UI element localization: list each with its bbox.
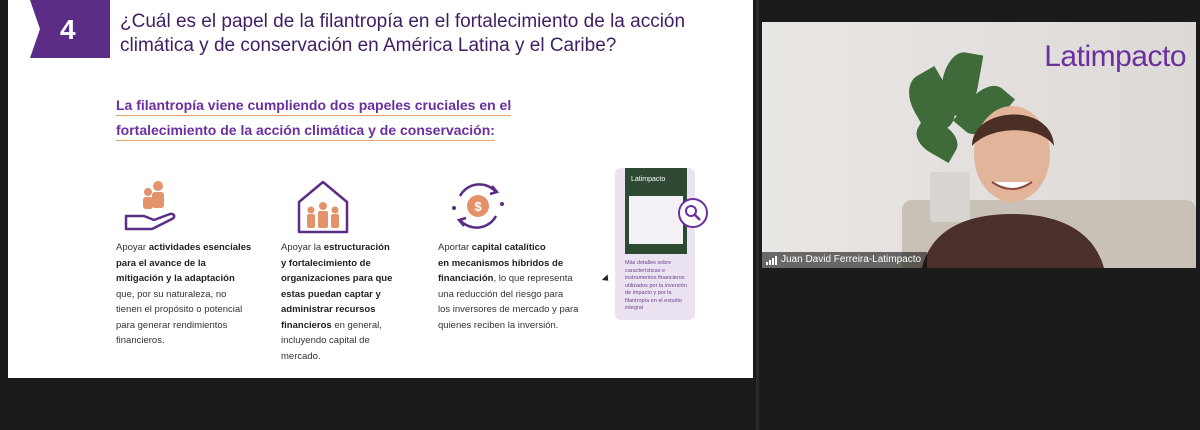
slide-subtitle-line-2: fortalecimiento de la acción climática y…: [116, 122, 495, 141]
house-people-icon: [297, 180, 349, 234]
search-icon[interactable]: [678, 198, 708, 228]
svg-text:$: $: [474, 199, 482, 214]
section-number: 4: [60, 14, 76, 45]
role-1-line: financieros.: [116, 335, 165, 346]
signal-icon: [766, 255, 777, 265]
panel-divider[interactable]: [756, 0, 759, 430]
report-description: Más detalles sobre características e ins…: [625, 260, 687, 311]
money-cycle-icon: $: [452, 183, 504, 229]
participant-name-label: Juan David Ferreira-Latimpacto: [762, 252, 928, 268]
shared-slide: 4 ¿Cuál es el papel de la filantropía en…: [8, 0, 753, 378]
role-1-line: que, por su naturaleza, no: [116, 288, 227, 300]
participant-name: Juan David Ferreira-Latimpacto: [781, 254, 922, 265]
section-number-tab: 4: [30, 0, 110, 58]
video-tile[interactable]: Latimpacto Juan David Ferreira-Latimpact…: [762, 22, 1196, 268]
role-3-line: una reducción del riesgo para: [438, 288, 564, 300]
hand-people-icon: [124, 181, 176, 231]
role-1-line: mitigación y la adaptación: [116, 273, 235, 284]
role-3-line: financiación, lo que representa: [438, 273, 573, 284]
brand-logo: Latimpacto: [1044, 40, 1186, 73]
role-text-3: Aportar capital catalítico en mecanismos…: [438, 240, 598, 333]
report-cover-band: [629, 196, 683, 244]
role-2-line: y fortalecimiento de: [281, 257, 371, 269]
role-3-line: Aportar capital catalítico: [438, 242, 546, 253]
slide-subtitle-line-1: La filantropía viene cumpliendo dos pape…: [116, 97, 512, 116]
role-2-line: estas puedan captar y: [281, 288, 381, 300]
slide-title: ¿Cuál es el papel de la filantropía en e…: [120, 10, 740, 58]
report-cover-logo: Latimpacto: [631, 176, 666, 183]
slide-title-line-2: climática y de conservación en América L…: [120, 35, 617, 56]
role-2-line: mercado.: [281, 350, 321, 362]
role-1-line: para generar rendimientos: [116, 319, 228, 331]
role-2-line: incluyendo capital de: [281, 335, 370, 346]
role-text-2: Apoyar la estructuración y fortalecimien…: [281, 240, 421, 364]
role-3-line: en mecanismos híbridos de: [438, 257, 564, 269]
role-1-line: tienen el propósito o potencial: [116, 304, 243, 315]
role-3-line: los inversores de mercado y para: [438, 304, 579, 315]
role-2-line: financieros en general,: [281, 319, 382, 331]
participant-person: [922, 106, 1104, 268]
role-2-line: organizaciones para que: [281, 273, 393, 284]
mouse-cursor-icon: [601, 274, 612, 284]
role-1-line: Apoyar actividades esenciales: [116, 242, 252, 253]
slide-title-line-1: ¿Cuál es el papel de la filantropía en e…: [120, 11, 686, 32]
role-2-line: Apoyar la estructuración: [281, 242, 390, 253]
slide-subtitle: La filantropía viene cumpliendo dos pape…: [116, 93, 526, 143]
role-2-line: administrar recursos: [281, 304, 376, 315]
report-card[interactable]: Latimpacto Más detalles sobre caracterís…: [615, 168, 695, 320]
role-3-line: quienes reciben la inversión.: [438, 319, 559, 331]
role-1-line: para el avance de la: [116, 257, 206, 269]
role-text-1: Apoyar actividades esenciales para el av…: [116, 240, 256, 349]
